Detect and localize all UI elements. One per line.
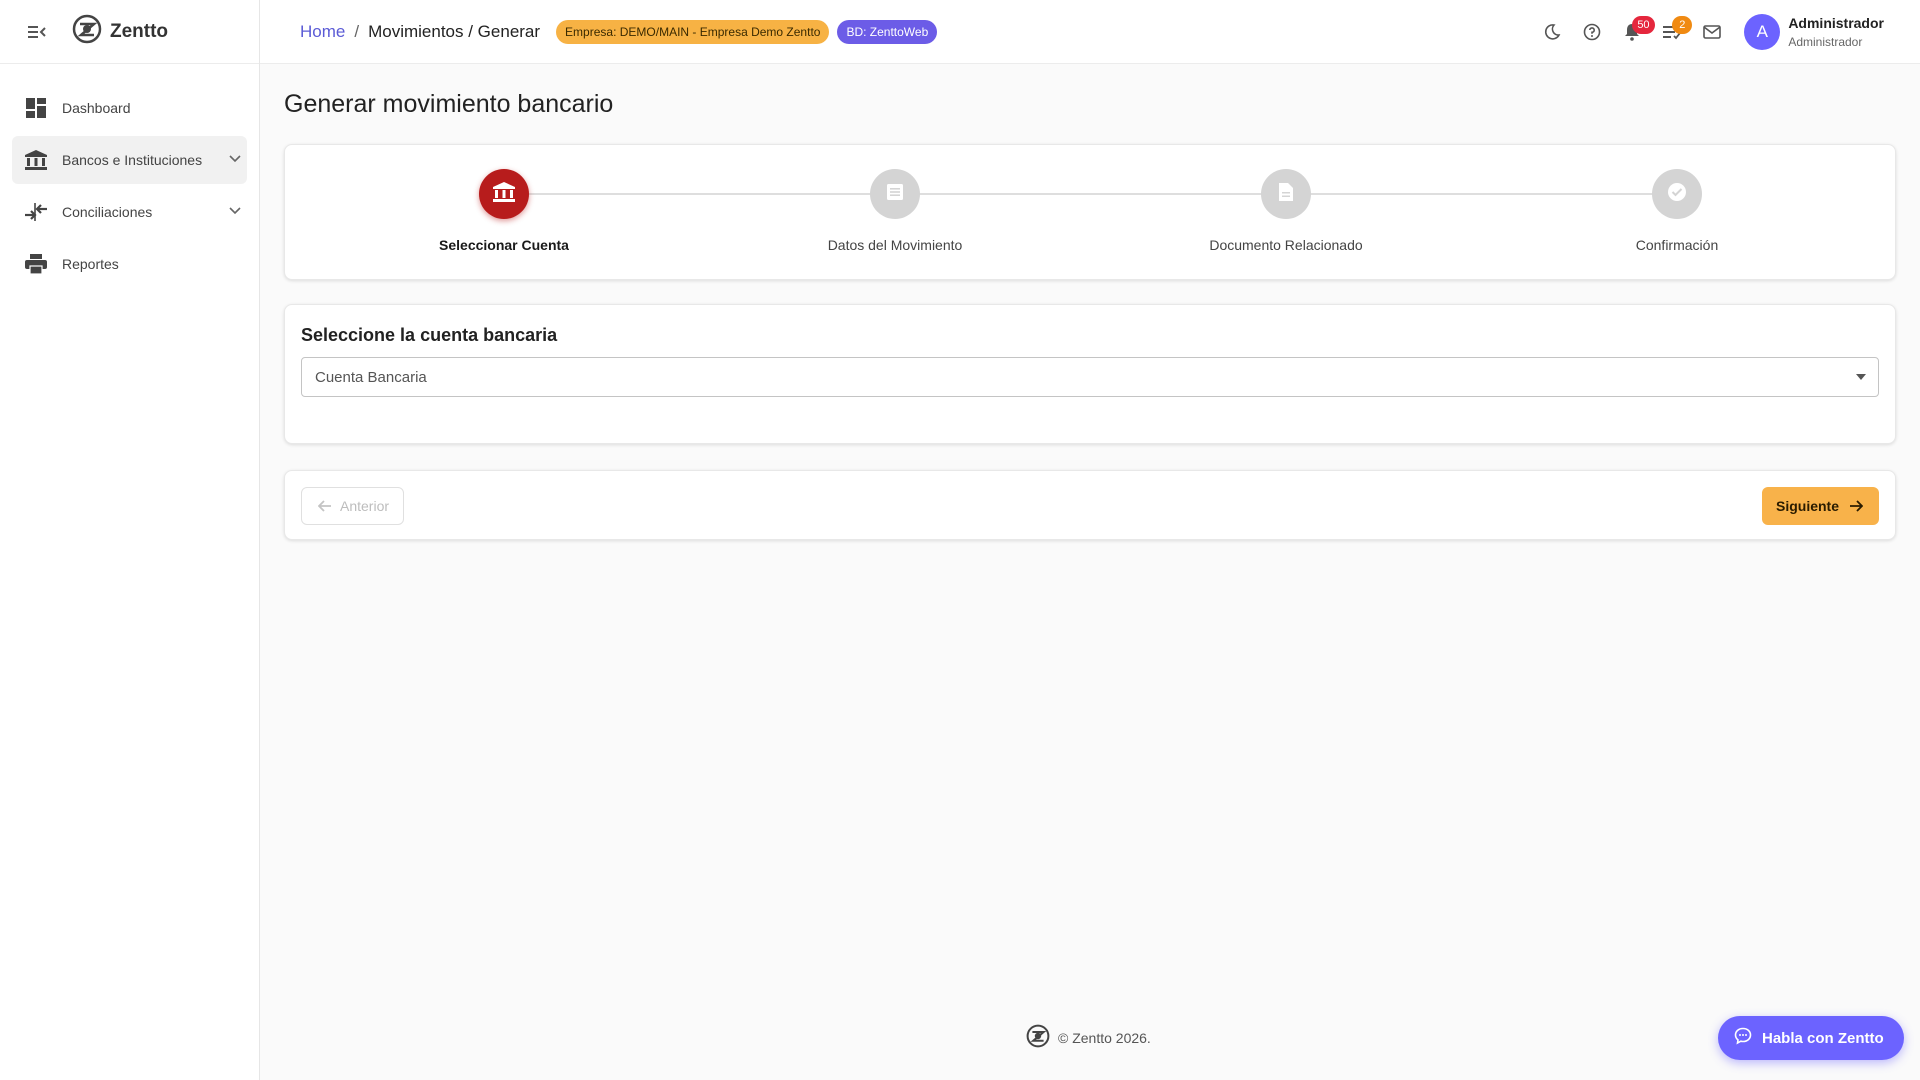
dashboard-icon	[24, 96, 48, 120]
sidebar-nav: Dashboard Bancos e Instituciones Concili…	[0, 64, 259, 288]
step-label: Confirmación	[1635, 237, 1719, 253]
sidebar-item-label: Conciliaciones	[62, 204, 153, 220]
step-circle	[870, 169, 920, 219]
check-circle-icon	[1667, 182, 1687, 207]
user-name: Administrador	[1788, 15, 1884, 31]
print-icon	[24, 252, 48, 276]
sidebar-item-dashboard[interactable]: Dashboard	[12, 84, 247, 132]
dark-mode-icon[interactable]	[1532, 12, 1572, 52]
brand-name: Zentto	[110, 20, 169, 42]
sidebar-item-reportes[interactable]: Reportes	[12, 240, 247, 288]
chat-button[interactable]: Habla con Zentto	[1718, 1016, 1904, 1060]
wizard-navigation: Anterior Siguiente	[284, 470, 1896, 540]
user-info[interactable]: Administrador Administrador	[1788, 15, 1884, 49]
step-circle	[479, 169, 529, 219]
step-label: Seleccionar Cuenta	[439, 237, 569, 253]
tasks-icon[interactable]: 2	[1652, 12, 1693, 52]
zentto-logo-icon	[72, 14, 102, 49]
chevron-down-icon	[229, 202, 241, 220]
company-chip[interactable]: Empresa: DEMO/MAIN - Empresa Demo Zentto	[556, 19, 830, 44]
list-icon	[886, 183, 904, 206]
sidebar-item-label: Bancos e Instituciones	[62, 152, 203, 168]
bank-icon	[493, 181, 515, 207]
step-label: Documento Relacionado	[1209, 237, 1363, 253]
next-button[interactable]: Siguiente	[1761, 487, 1879, 525]
chat-icon	[1734, 1027, 1752, 1049]
stepper-connector	[504, 193, 1678, 195]
arrow-right-icon	[1847, 497, 1865, 515]
sidebar-item-label: Reportes	[62, 256, 119, 272]
top-bar: Home / Movimientos / Generar Empresa: DE…	[260, 0, 1920, 64]
breadcrumb-current: Movimientos / Generar	[368, 21, 541, 41]
notifications-icon[interactable]: 50	[1612, 12, 1655, 52]
bank-account-select[interactable]: Cuenta Bancaria	[301, 357, 1879, 397]
tasks-badge: 2	[1672, 16, 1693, 34]
collapse-menu-icon[interactable]	[26, 21, 48, 43]
avatar[interactable]: A	[1744, 14, 1781, 50]
chat-button-label: Habla con Zentto	[1762, 1029, 1884, 1047]
document-icon	[1278, 182, 1294, 207]
dropdown-arrow-icon	[1854, 370, 1868, 389]
step-seleccionar-cuenta[interactable]: Seleccionar Cuenta	[354, 169, 654, 253]
footer: © Zentto 2026.	[1026, 1024, 1151, 1051]
stepper: Seleccionar Cuenta Datos del Movimiento …	[284, 144, 1896, 280]
compare-arrows-icon	[24, 200, 48, 224]
step-circle	[1652, 169, 1702, 219]
next-button-label: Siguiente	[1775, 498, 1839, 514]
step-confirmacion[interactable]: Confirmación	[1527, 169, 1827, 253]
top-actions: 50 2 A Administrador Administrador	[1532, 0, 1884, 64]
arrow-left-icon	[316, 497, 334, 515]
footer-copyright: © Zentto 2026.	[1058, 1029, 1151, 1046]
step-datos-del-movimiento[interactable]: Datos del Movimiento	[745, 169, 1045, 253]
select-label: Cuenta Bancaria	[315, 368, 427, 386]
previous-button-label: Anterior	[340, 498, 390, 514]
breadcrumb-home[interactable]: Home	[300, 22, 345, 42]
step-circle	[1261, 169, 1311, 219]
account-selection-card: Seleccione la cuenta bancaria Cuenta Ban…	[284, 304, 1896, 444]
step-documento-relacionado[interactable]: Documento Relacionado	[1136, 169, 1436, 253]
section-title: Seleccione la cuenta bancaria	[301, 325, 558, 345]
mail-icon[interactable]	[1692, 12, 1732, 52]
sidebar: Zentto Dashboard Bancos e Instituciones …	[0, 0, 260, 1080]
sidebar-item-label: Dashboard	[62, 100, 131, 116]
zentto-logo-icon	[1026, 1024, 1050, 1051]
database-chip[interactable]: BD: ZenttoWeb	[837, 19, 938, 44]
help-icon[interactable]	[1572, 12, 1612, 52]
sidebar-item-bancos[interactable]: Bancos e Instituciones	[12, 136, 247, 184]
user-role: Administrador	[1788, 35, 1863, 49]
bank-icon	[24, 148, 48, 172]
page-title: Generar movimiento bancario	[284, 90, 614, 118]
step-label: Datos del Movimiento	[827, 237, 963, 253]
breadcrumb-separator: /	[354, 21, 360, 41]
brand[interactable]: Zentto	[72, 14, 168, 49]
sidebar-item-conciliaciones[interactable]: Conciliaciones	[12, 188, 247, 236]
chevron-down-icon	[229, 150, 241, 168]
sidebar-header: Zentto	[0, 0, 259, 64]
previous-button[interactable]: Anterior	[301, 487, 405, 525]
notifications-badge: 50	[1632, 16, 1655, 34]
